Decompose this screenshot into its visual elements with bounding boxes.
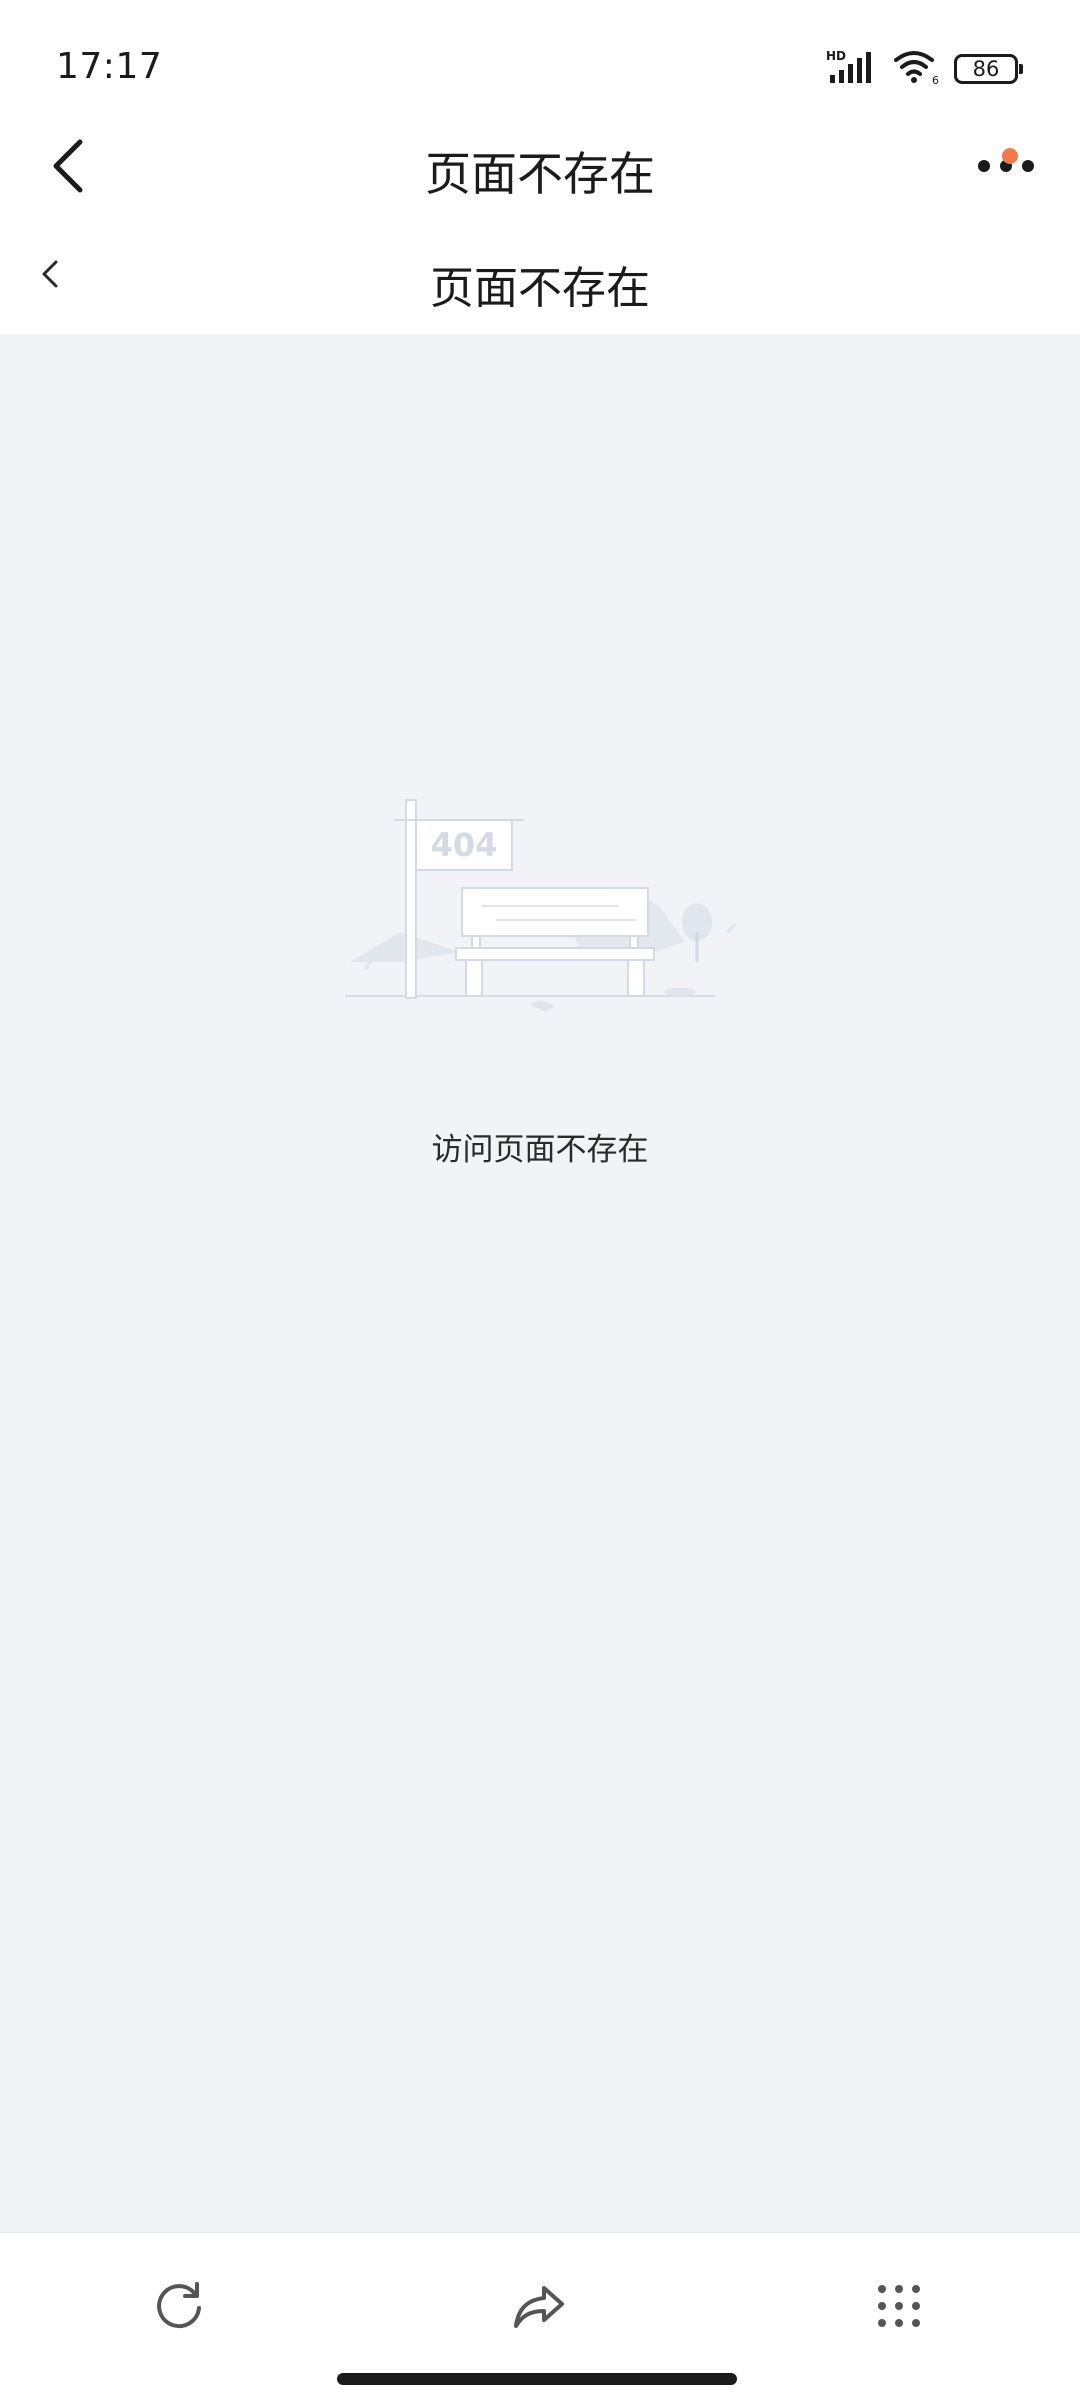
- share-button[interactable]: [505, 2271, 575, 2341]
- notification-dot: [1002, 148, 1018, 164]
- refresh-icon: [157, 2282, 201, 2329]
- refresh-button[interactable]: [144, 2271, 214, 2341]
- grid-menu-icon: [878, 2285, 920, 2327]
- content-area: 404 访问页面不存在: [0, 334, 1080, 2232]
- wifi-icon: 6: [892, 48, 940, 90]
- screen: 17:17 HD 6 86 页面不存在 页面不存在 404 访问页面不存在: [0, 0, 1080, 2400]
- network-label: HD: [826, 49, 846, 63]
- status-bar: 17:17 HD 6 86: [0, 0, 1080, 120]
- status-time: 17:17: [56, 46, 163, 87]
- battery-level: 86: [972, 56, 1000, 81]
- not-found-message: 访问页面不存在: [431, 1132, 649, 1168]
- bottom-toolbar: [0, 2232, 1080, 2400]
- svg-text:6: 6: [932, 74, 939, 86]
- more-button[interactable]: [966, 134, 1046, 198]
- share-icon: [514, 2286, 564, 2328]
- not-found-illustration: 404: [340, 792, 740, 1392]
- app-title: 页面不存在: [425, 147, 655, 201]
- menu-grid-button[interactable]: [864, 2271, 934, 2341]
- app-bar: 页面不存在: [0, 120, 1080, 220]
- status-icons: HD 6 86: [826, 48, 1023, 90]
- battery-icon: 86: [954, 54, 1023, 84]
- sign-404-text: 404: [431, 826, 498, 864]
- web-page-title: 页面不存在: [430, 263, 650, 314]
- web-header: 页面不存在: [0, 220, 1080, 334]
- home-indicator[interactable]: [337, 2373, 737, 2385]
- signal-icon: HD: [826, 49, 878, 89]
